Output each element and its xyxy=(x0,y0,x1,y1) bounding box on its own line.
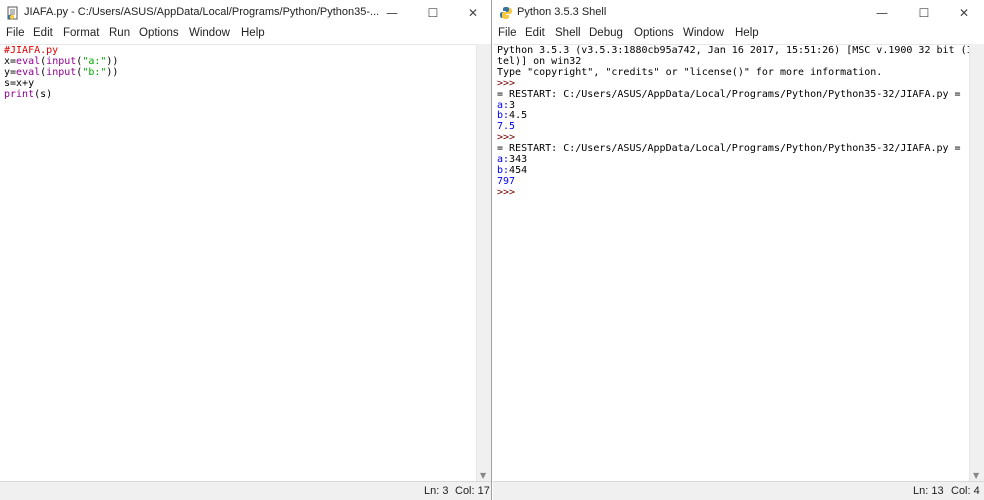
code-token-builtin: eval xyxy=(16,55,41,67)
shell-token-default: tel)] on win32 xyxy=(497,55,582,67)
shell-output[interactable]: Python 3.5.3 (v3.5.3:1880cb95a742, Jan 1… xyxy=(493,44,979,482)
shell-scrollbar[interactable]: ▼ xyxy=(969,44,984,482)
code-token-builtin: eval xyxy=(16,66,41,78)
maximize-button[interactable]: ☐ xyxy=(904,2,944,24)
shell-token-stdout: a: xyxy=(497,154,510,166)
shell-line: 797 xyxy=(497,175,979,188)
editor-menubar: File Edit Format Run Options Window Help xyxy=(0,26,491,42)
code-token-default: x= xyxy=(4,55,17,67)
menu-file[interactable]: File xyxy=(6,27,25,39)
shell-token-stdout: b: xyxy=(497,164,510,176)
shell-menubar: File Edit Shell Debug Options Window Hel… xyxy=(493,26,984,42)
editor-titlebar[interactable]: JIAFA.py - C:/Users/ASUS/AppData/Local/P… xyxy=(0,0,491,26)
shell-line: >>> xyxy=(497,186,979,199)
shell-token-stdin: 4.5 xyxy=(509,110,528,122)
code-token-builtin: input xyxy=(46,55,77,67)
scroll-down-icon[interactable]: ▼ xyxy=(480,471,486,480)
menu-format[interactable]: Format xyxy=(63,27,99,39)
editor-title: JIAFA.py - C:/Users/ASUS/AppData/Local/P… xyxy=(24,6,379,18)
code-token-default: )) xyxy=(106,66,119,78)
shell-token-prompt: >>> xyxy=(497,186,522,198)
python-icon xyxy=(500,7,512,19)
shell-line-indicator: Ln: 13 xyxy=(913,485,944,497)
shell-token-stdin: 454 xyxy=(509,164,528,176)
shell-line: a:343 xyxy=(497,154,979,166)
close-button[interactable]: ✕ xyxy=(453,2,491,24)
code-token-default: s=x+y xyxy=(4,77,35,89)
menu-run[interactable]: Run xyxy=(109,27,130,39)
shell-token-stdout: b: xyxy=(497,110,510,122)
menu-help[interactable]: Help xyxy=(241,27,265,39)
editor-line-indicator: Ln: 3 xyxy=(424,485,449,497)
shell-line: a:3 xyxy=(497,99,979,112)
minimize-button[interactable]: — xyxy=(372,2,412,24)
code-token-string: "a:" xyxy=(82,55,107,67)
shell-token-default: = RESTART: C:/Users/ASUS/AppData/Local/P… xyxy=(497,143,961,155)
maximize-button[interactable]: ☐ xyxy=(413,2,453,24)
shell-token-stdout: 797 xyxy=(497,175,516,187)
menu-window[interactable]: Window xyxy=(683,27,724,39)
editor-statusbar: Ln: 3 Col: 17 xyxy=(0,481,491,500)
code-token-default: )) xyxy=(106,55,119,67)
minimize-button[interactable]: — xyxy=(862,2,902,24)
shell-text: Python 3.5.3 (v3.5.3:1880cb95a742, Jan 1… xyxy=(497,45,979,199)
shell-col-indicator: Col: 4 xyxy=(951,485,980,497)
shell-token-stdout: a: xyxy=(497,99,510,111)
code-token-default: (s) xyxy=(34,88,53,100)
shell-titlebar[interactable]: Python 3.5.3 Shell — ☐ ✕ xyxy=(493,0,984,26)
editor-scrollbar[interactable]: ▼ xyxy=(476,44,491,482)
shell-token-default: = RESTART: C:/Users/ASUS/AppData/Local/P… xyxy=(497,88,961,100)
code-token-comment: #JIAFA.py xyxy=(4,45,59,56)
shell-token-prompt: >>> xyxy=(497,132,522,144)
shell-token-stdin: 3 xyxy=(509,99,516,111)
shell-line: = RESTART: C:/Users/ASUS/AppData/Local/P… xyxy=(497,88,979,101)
shell-window: Python 3.5.3 Shell — ☐ ✕ File Edit Shell… xyxy=(493,0,984,500)
shell-line: b:4.5 xyxy=(497,110,979,122)
editor-col-indicator: Col: 17 xyxy=(455,485,490,497)
menu-window[interactable]: Window xyxy=(189,27,230,39)
shell-token-stdout: 7.5 xyxy=(497,121,516,133)
code-token-string: "b:" xyxy=(82,66,107,78)
menu-file[interactable]: File xyxy=(498,27,517,39)
shell-token-stdin: 343 xyxy=(509,154,528,166)
code-line: print(s) xyxy=(4,88,118,101)
idle-file-icon xyxy=(7,6,18,20)
code-editor[interactable]: #JIAFA.py x=eval(input("a:")) y=eval(input… xyxy=(0,44,477,482)
code-text: #JIAFA.py x=eval(input("a:")) y=eval(input… xyxy=(4,45,119,101)
menu-options[interactable]: Options xyxy=(634,27,674,39)
menu-edit[interactable]: Edit xyxy=(33,27,53,39)
menu-edit[interactable]: Edit xyxy=(525,27,545,39)
menu-help[interactable]: Help xyxy=(735,27,759,39)
close-button[interactable]: ✕ xyxy=(944,2,984,24)
shell-line: 7.5 xyxy=(497,121,979,133)
code-token-builtin: input xyxy=(46,66,77,78)
code-token-builtin: print xyxy=(4,88,35,100)
menu-options[interactable]: Options xyxy=(139,27,179,39)
shell-title: Python 3.5.3 Shell xyxy=(517,6,607,18)
editor-window: JIAFA.py - C:/Users/ASUS/AppData/Local/P… xyxy=(0,0,492,500)
shell-line: b:454 xyxy=(497,164,979,177)
menu-debug[interactable]: Debug xyxy=(589,27,623,39)
shell-statusbar: Ln: 13 Col: 4 xyxy=(493,481,984,500)
shell-line: = RESTART: C:/Users/ASUS/AppData/Local/P… xyxy=(497,143,979,155)
code-token-default: y= xyxy=(4,66,17,78)
shell-token-default: Type "copyright", "credits" or "license(… xyxy=(497,66,883,78)
menu-shell[interactable]: Shell xyxy=(555,27,581,39)
scroll-down-icon[interactable]: ▼ xyxy=(973,471,979,480)
shell-line: Type "copyright", "credits" or "license(… xyxy=(497,66,979,79)
shell-token-prompt: >>> xyxy=(497,77,522,89)
shell-token-default: Python 3.5.3 (v3.5.3:1880cb95a742, Jan 1… xyxy=(497,45,979,56)
